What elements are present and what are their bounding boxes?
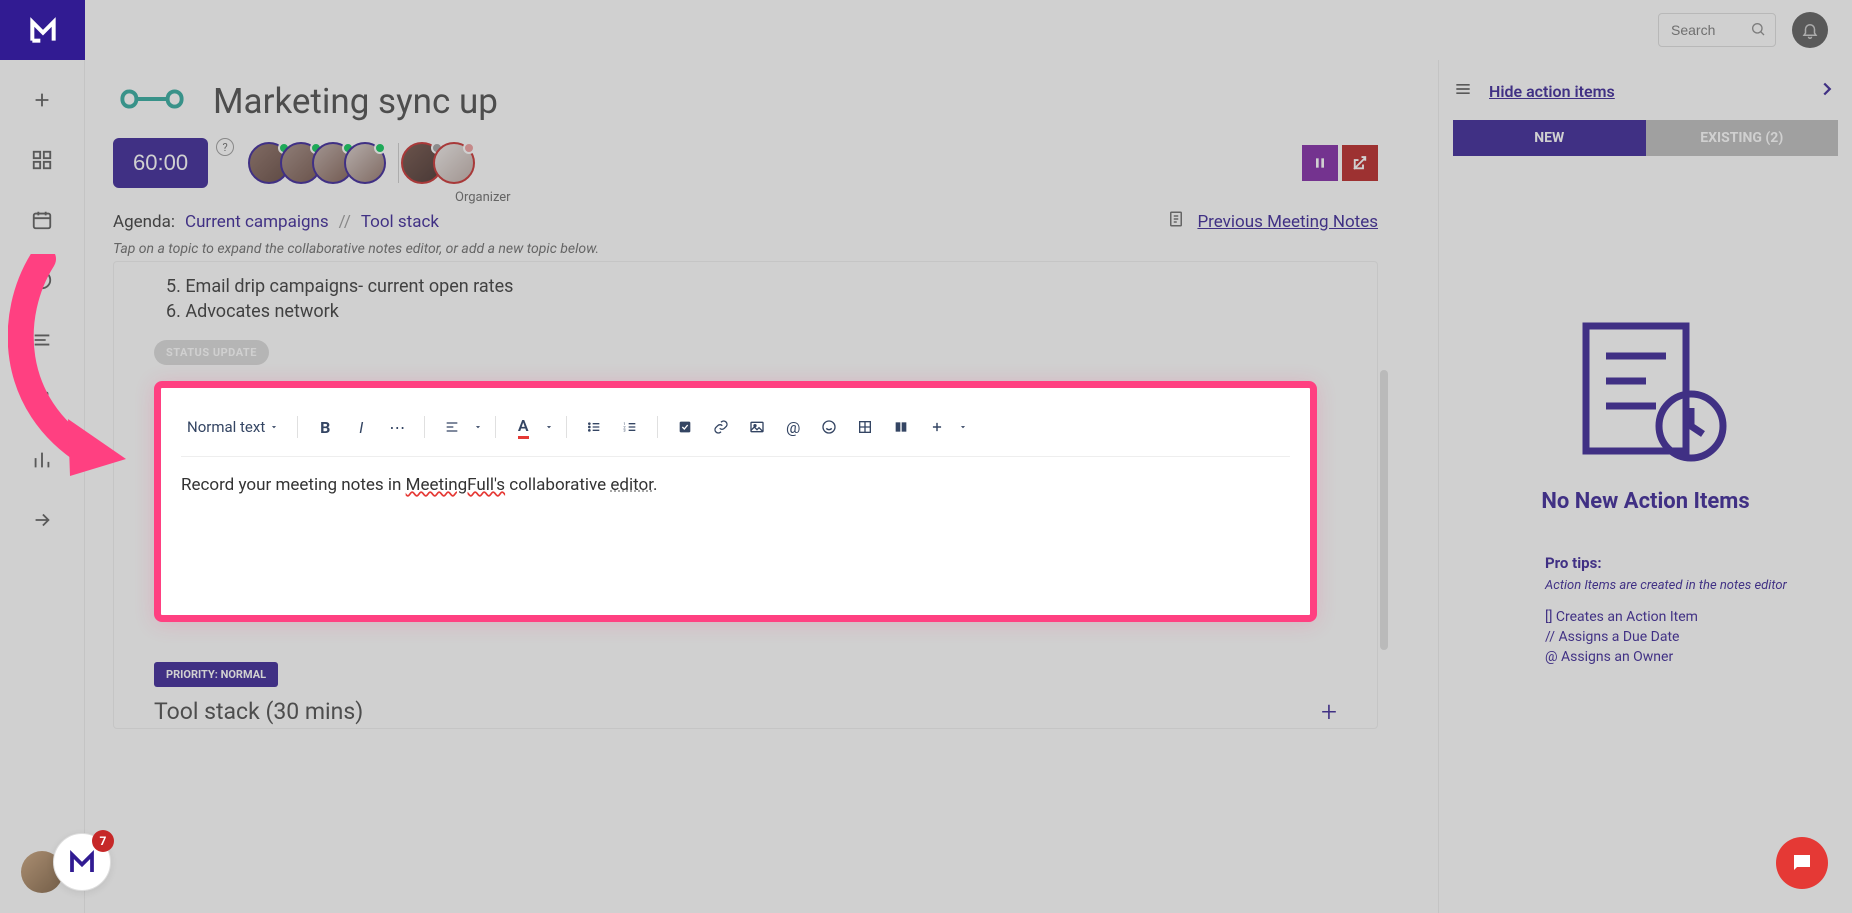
- previous-notes-link[interactable]: Previous Meeting Notes: [1197, 212, 1378, 232]
- scrollbar[interactable]: [1380, 370, 1388, 650]
- help-fab[interactable]: 7: [53, 833, 111, 891]
- pro-tip-item: [] Creates an Action Item: [1545, 609, 1838, 625]
- table-button[interactable]: [850, 412, 880, 442]
- checkbox-button[interactable]: [670, 412, 700, 442]
- main-content: Marketing sync up 60:00 ? Organizer: [85, 60, 1438, 913]
- notes-icon: [1167, 210, 1185, 233]
- insert-button[interactable]: [922, 412, 952, 442]
- page-title: Marketing sync up: [213, 81, 498, 122]
- mention-button[interactable]: @: [778, 412, 808, 442]
- notes-editor[interactable]: Normal text B I ⋯ A: [154, 381, 1317, 622]
- nav-clipboard[interactable]: [22, 380, 62, 420]
- participants: [248, 142, 475, 184]
- agenda-hint: Tap on a topic to expand the collaborati…: [113, 241, 1378, 257]
- action-item-tabs: NEW EXISTING (2): [1453, 120, 1838, 156]
- agenda-item-link[interactable]: Current campaigns: [185, 212, 329, 232]
- app-logo[interactable]: [0, 0, 85, 60]
- participant-avatar[interactable]: [344, 142, 386, 184]
- help-badge-count: 7: [92, 830, 114, 852]
- search-box: [1658, 13, 1776, 47]
- columns-button[interactable]: [886, 412, 916, 442]
- meeting-type-icon: [113, 74, 191, 128]
- chat-fab[interactable]: [1776, 837, 1828, 889]
- panel-menu-icon[interactable]: [1453, 79, 1473, 103]
- help-badge[interactable]: ?: [216, 138, 234, 156]
- agenda-list-item: 6. Advocates network: [166, 301, 1377, 322]
- italic-button[interactable]: I: [346, 412, 376, 442]
- more-formatting-button[interactable]: ⋯: [382, 412, 412, 442]
- add-topic-button[interactable]: +: [1321, 695, 1337, 728]
- svg-text:3: 3: [624, 428, 626, 433]
- text-style-dropdown[interactable]: Normal text: [181, 418, 285, 436]
- topics-area: 5. Email drip campaigns- current open ra…: [113, 261, 1378, 729]
- pro-tip-item: // Assigns a Due Date: [1545, 629, 1838, 645]
- organizer-label: Organizer: [455, 190, 511, 205]
- nav-calendar[interactable]: [22, 200, 62, 240]
- notifications-button[interactable]: [1792, 12, 1828, 48]
- action-items-panel: Hide action items NEW EXISTING (2) No Ne…: [1438, 60, 1852, 913]
- pro-tips-label: Pro tips:: [1545, 554, 1838, 572]
- priority-badge: PRIORITY: NORMAL: [154, 662, 278, 687]
- tab-existing[interactable]: EXISTING (2): [1646, 120, 1839, 156]
- agenda-item-link[interactable]: Tool stack: [361, 212, 439, 232]
- editor-textarea[interactable]: Record your meeting notes in MeetingFull…: [181, 475, 1290, 495]
- topic-title[interactable]: Tool stack (30 mins): [154, 698, 363, 725]
- collapse-panel-button[interactable]: [1816, 78, 1838, 104]
- empty-state: No New Action Items: [1453, 316, 1838, 514]
- search-icon: [1750, 21, 1766, 41]
- image-button[interactable]: [742, 412, 772, 442]
- agenda-label: Agenda:: [113, 212, 175, 232]
- nav-history[interactable]: [22, 260, 62, 300]
- emoji-button[interactable]: [814, 412, 844, 442]
- editor-toolbar: Normal text B I ⋯ A: [181, 404, 1290, 457]
- topbar: [85, 0, 1852, 60]
- nav-notes[interactable]: [22, 320, 62, 360]
- tab-new[interactable]: NEW: [1453, 120, 1646, 156]
- status-badge: STATUS UPDATE: [154, 340, 269, 365]
- hide-action-items-link[interactable]: Hide action items: [1489, 82, 1615, 101]
- pro-tips-subtitle: Action Items are created in the notes ed…: [1545, 578, 1838, 593]
- numbered-list-button[interactable]: 123: [615, 412, 645, 442]
- pro-tip-item: @ Assigns an Owner: [1545, 649, 1838, 665]
- nav-forward[interactable]: [22, 500, 62, 540]
- nav-dashboard[interactable]: [22, 140, 62, 180]
- pro-tips: Pro tips: Action Items are created in th…: [1545, 554, 1838, 669]
- empty-heading: No New Action Items: [1541, 489, 1749, 514]
- agenda-row: Agenda: Current campaigns // Tool stack …: [113, 210, 1378, 233]
- bold-button[interactable]: B: [310, 412, 340, 442]
- link-button[interactable]: [706, 412, 736, 442]
- end-button[interactable]: [1342, 145, 1378, 181]
- agenda-list-item: 5. Email drip campaigns- current open ra…: [166, 276, 1377, 297]
- sidebar: [0, 0, 85, 913]
- text-color-button[interactable]: A: [508, 412, 538, 442]
- bullet-list-button[interactable]: [579, 412, 609, 442]
- nav-analytics[interactable]: [22, 440, 62, 480]
- external-avatar[interactable]: [433, 142, 475, 184]
- pause-button[interactable]: [1302, 145, 1338, 181]
- timer-button[interactable]: 60:00: [113, 138, 208, 188]
- nav-add[interactable]: [22, 80, 62, 120]
- align-button[interactable]: [437, 412, 467, 442]
